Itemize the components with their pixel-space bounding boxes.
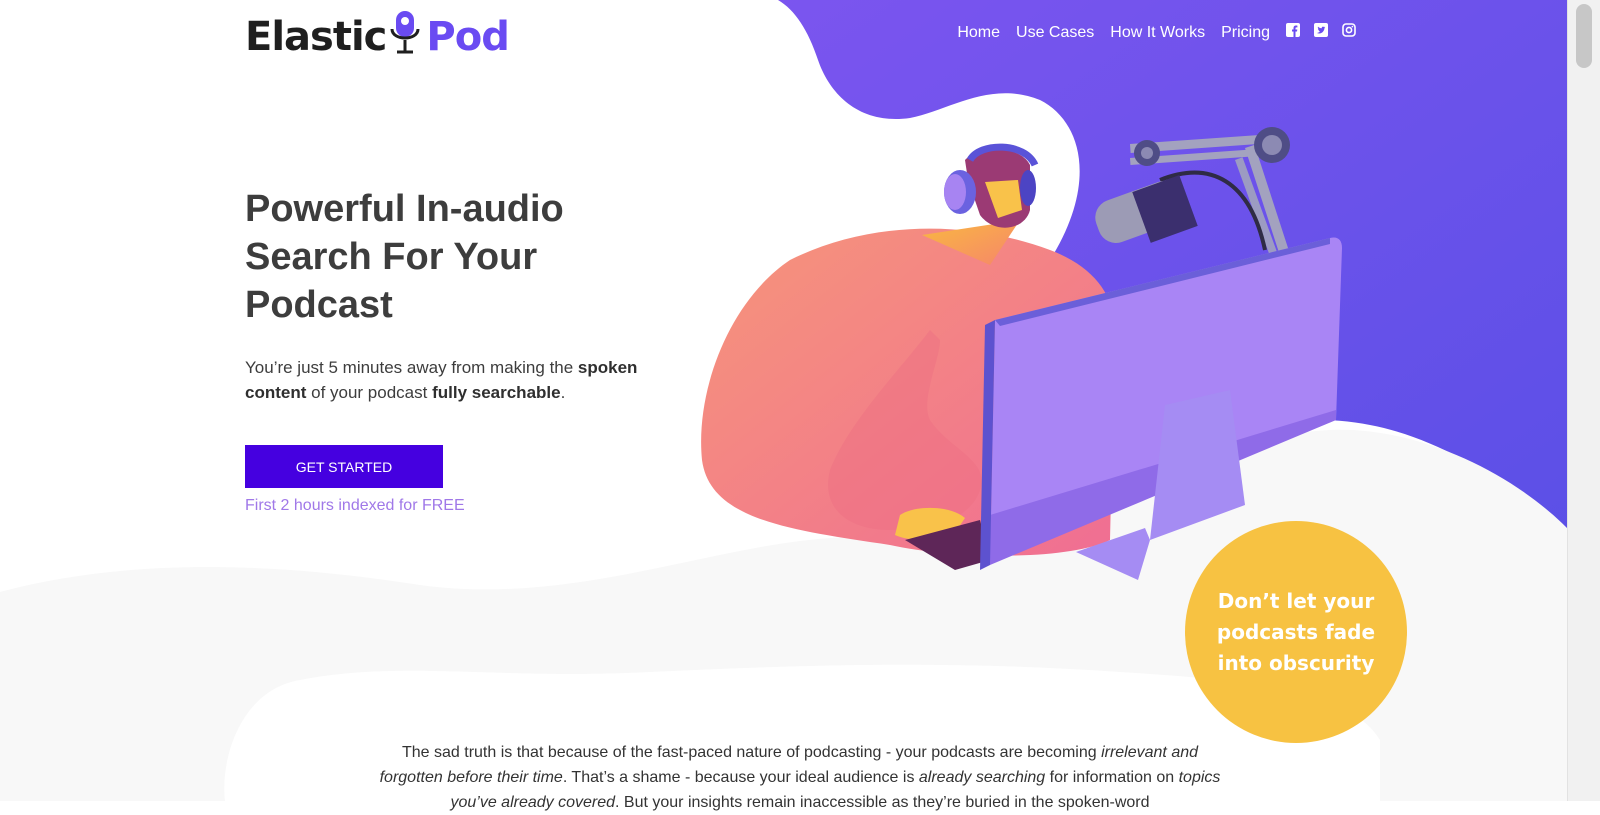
intro-text-4: . But your insights remain inaccessible … (615, 794, 1150, 811)
nav-use-cases[interactable]: Use Cases (1016, 24, 1094, 42)
logo-text-elastic: Elastic (245, 14, 387, 60)
intro-text-3: for information on (1045, 769, 1179, 786)
nav-how-it-works[interactable]: How It Works (1110, 24, 1205, 42)
scrollbar-thumb[interactable] (1576, 4, 1592, 68)
hero-subtitle: You’re just 5 minutes away from making t… (245, 355, 665, 405)
vertical-scrollbar[interactable] (1567, 0, 1600, 801)
social-icons (1286, 23, 1356, 42)
main-nav: Home Use Cases How It Works Pricing (957, 23, 1356, 42)
elastic-pod-logo[interactable]: Elastic Pod (245, 8, 510, 66)
intro-text-2: . That’s a shame - because your ideal au… (562, 769, 919, 786)
get-started-button[interactable]: GET STARTED (245, 445, 443, 488)
hero-section: Powerful In-audio Search For Your Podcas… (245, 185, 665, 405)
hero-subtitle-text-mid: of your podcast (306, 383, 433, 402)
person-head (944, 143, 1039, 228)
facebook-icon[interactable] (1286, 23, 1300, 42)
obscurity-badge: Don’t let your podcasts fade into obscur… (1185, 521, 1407, 743)
hero-subtitle-bold-searchable: fully searchable (432, 383, 561, 402)
mic-arm (1095, 127, 1290, 264)
logo-text-pod: Pod (426, 14, 509, 60)
intro-text-1: The sad truth is that because of the fas… (401, 744, 1102, 761)
hero-subtitle-period: . (560, 383, 566, 402)
nav-pricing[interactable]: Pricing (1221, 24, 1270, 42)
nav-home[interactable]: Home (957, 24, 1000, 42)
twitter-icon[interactable] (1314, 23, 1328, 42)
instagram-icon[interactable] (1342, 23, 1356, 42)
hero-subtitle-text: You’re just 5 minutes away from making t… (245, 358, 578, 377)
intro-emphasis-2: already searching (918, 769, 1046, 786)
hero-title: Powerful In-audio Search For Your Podcas… (245, 188, 564, 326)
intro-paragraph: The sad truth is that because of the fas… (370, 740, 1230, 815)
microphone-icon (390, 9, 420, 65)
free-hours-note: First 2 hours indexed for FREE (245, 497, 465, 514)
badge-text: Don’t let your podcasts fade into obscur… (1216, 588, 1376, 675)
